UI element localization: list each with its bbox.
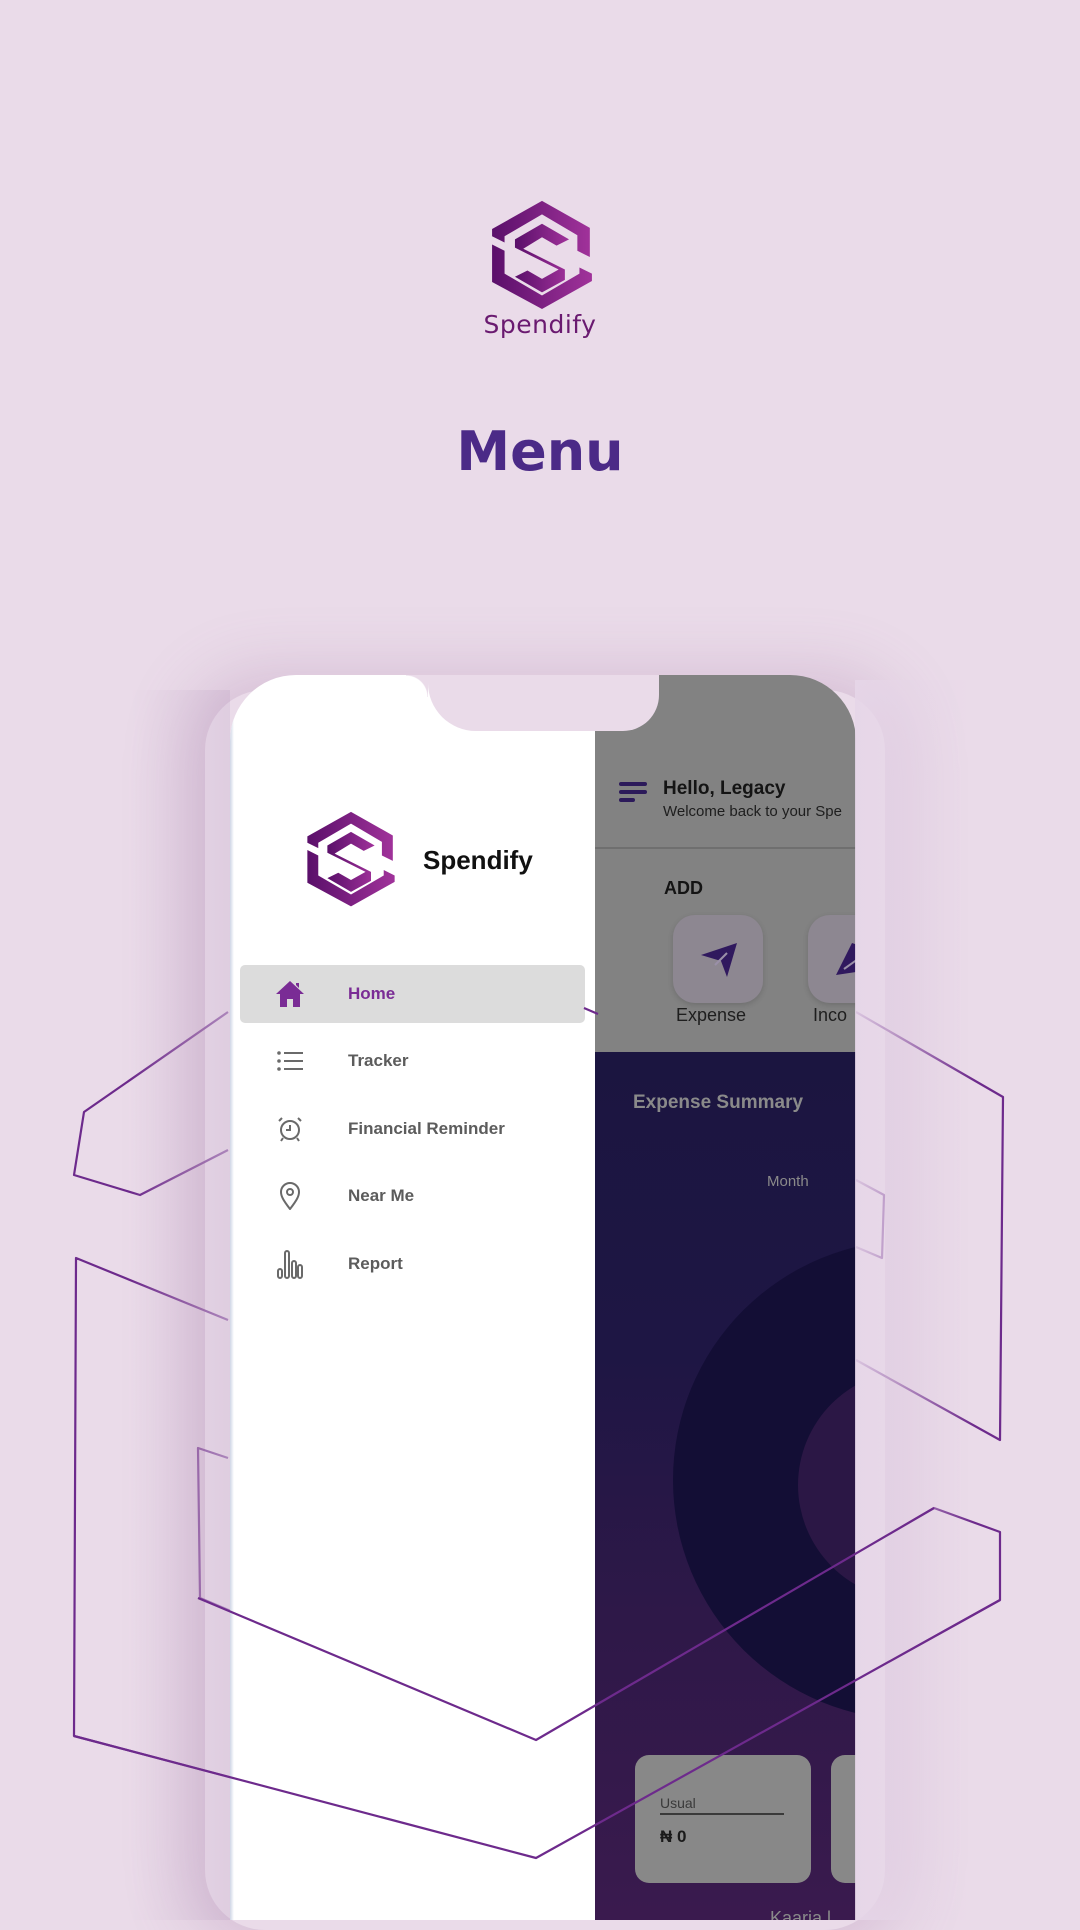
hamburger-menu-icon[interactable] [619, 782, 647, 804]
alarm-clock-icon [274, 1113, 306, 1145]
drawer-item-label: Financial Reminder [348, 1119, 505, 1138]
paper-plane-reverse-icon [836, 943, 856, 975]
drawer-app-name: Spendify [423, 845, 533, 875]
add-income-button[interactable] [808, 915, 856, 1003]
drawer-item-label: Report [348, 1254, 403, 1273]
navigation-drawer: Spendify Home Tracker Financial Reminder [230, 675, 595, 1920]
second-expense-card[interactable]: A ₦ [831, 1755, 856, 1883]
card-label: Usual [660, 1795, 784, 1815]
add-expense-button[interactable] [673, 915, 763, 1003]
drawer-item-near-me[interactable]: Near Me [240, 1167, 585, 1225]
paper-plane-icon [701, 943, 737, 977]
add-income-label: Inco [813, 1005, 848, 1025]
add-section-label: ADD [664, 878, 703, 898]
phone-notch [406, 675, 595, 731]
card-value: ₦ 0 [660, 1827, 687, 1846]
usual-expense-card[interactable]: Usual ₦ 0 [635, 1755, 811, 1883]
drawer-item-report[interactable]: Report [240, 1235, 585, 1293]
drawer-item-financial-reminder[interactable]: Financial Reminder [240, 1100, 585, 1158]
drawer-logo-icon [307, 811, 395, 907]
welcome-text: Welcome back to your Spe [663, 803, 842, 820]
phone-edge [230, 675, 234, 1920]
expense-summary-title: Expense Summary [633, 1092, 804, 1113]
drawer-item-label: Home [348, 984, 396, 1003]
period-selector[interactable]: Month [767, 1173, 809, 1190]
phone-mockup: Spendify Home Tracker Financial Reminder [230, 675, 856, 1920]
location-pin-icon [274, 1180, 306, 1212]
page-title: Menu [456, 420, 624, 483]
drawer-item-label: Tracker [348, 1051, 409, 1070]
add-expense-label: Expense [676, 1005, 747, 1025]
home-screen-dimmed[interactable]: Hello, Legacy Welcome back to your Spe A… [595, 675, 856, 1920]
list-icon [274, 1045, 306, 1077]
drawer-item-tracker[interactable]: Tracker [240, 1032, 585, 1090]
bottom-partial-text: Kaaria l [770, 1908, 832, 1920]
spendify-logo-icon [492, 200, 592, 310]
greeting-text: Hello, Legacy [663, 778, 786, 799]
bar-chart-icon [274, 1248, 306, 1280]
header-divider [595, 847, 856, 849]
home-icon [274, 978, 306, 1010]
drawer-item-label: Near Me [348, 1186, 415, 1205]
app-brand-name: Spendify [483, 310, 597, 339]
drawer-item-home[interactable]: Home [240, 965, 585, 1023]
